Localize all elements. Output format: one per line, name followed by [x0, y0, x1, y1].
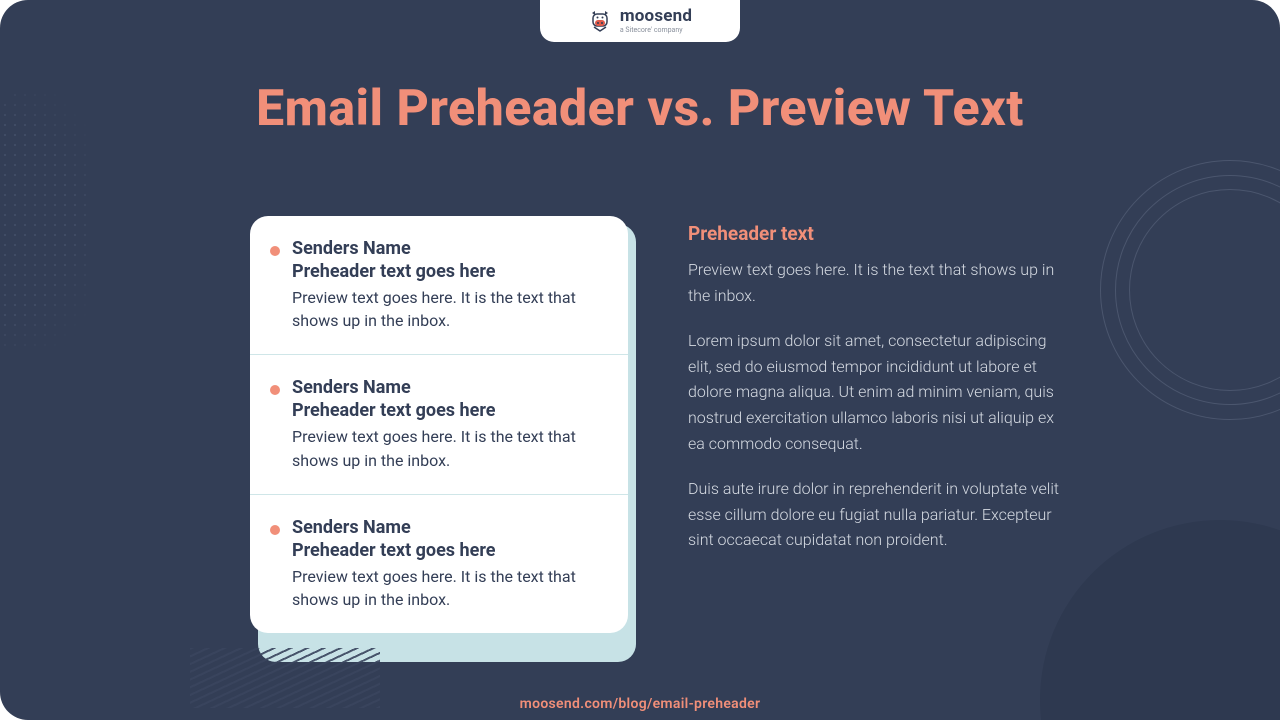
explanation-heading: Preheader text — [688, 222, 1068, 245]
logo-tagline: a Sitecore' company — [620, 27, 692, 34]
page-title: Email Preheader vs. Preview Text — [0, 80, 1280, 138]
sender-name: Senders Name — [292, 377, 604, 398]
footer-url: moosend.com/blog/email-preheader — [0, 696, 1280, 712]
explanation-paragraph: Lorem ipsum dolor sit amet, consectetur … — [688, 328, 1068, 456]
sender-name: Senders Name — [292, 517, 604, 538]
logo-text: moosend a Sitecore' company — [620, 8, 692, 34]
preheader-line: Preheader text goes here — [292, 540, 604, 561]
unread-dot-icon — [270, 525, 280, 535]
preheader-line: Preheader text goes here — [292, 261, 604, 282]
explanation-paragraph: Preview text goes here. It is the text t… — [688, 257, 1068, 308]
slide-canvas: moosend a Sitecore' company Email Prehea… — [0, 0, 1280, 720]
logo-name: moosend — [620, 8, 692, 25]
main-columns: Senders Name Preheader text goes here Pr… — [250, 216, 1140, 633]
explanation-column: Preheader text Preview text goes here. I… — [688, 216, 1068, 573]
inbox-card-wrap: Senders Name Preheader text goes here Pr… — [250, 216, 628, 633]
preview-line: Preview text goes here. It is the text t… — [292, 286, 604, 332]
logo-card: moosend a Sitecore' company — [540, 0, 740, 42]
explanation-paragraph: Duis aute irure dolor in reprehenderit i… — [688, 476, 1068, 553]
inbox-card: Senders Name Preheader text goes here Pr… — [250, 216, 628, 633]
preview-line: Preview text goes here. It is the text t… — [292, 425, 604, 471]
unread-dot-icon — [270, 246, 280, 256]
preheader-line: Preheader text goes here — [292, 400, 604, 421]
inbox-message: Senders Name Preheader text goes here Pr… — [250, 355, 628, 494]
inbox-message: Senders Name Preheader text goes here Pr… — [250, 495, 628, 633]
sender-name: Senders Name — [292, 238, 604, 259]
unread-dot-icon — [270, 385, 280, 395]
inbox-message: Senders Name Preheader text goes here Pr… — [250, 216, 628, 355]
moosend-cow-icon — [588, 9, 612, 33]
preview-line: Preview text goes here. It is the text t… — [292, 565, 604, 611]
